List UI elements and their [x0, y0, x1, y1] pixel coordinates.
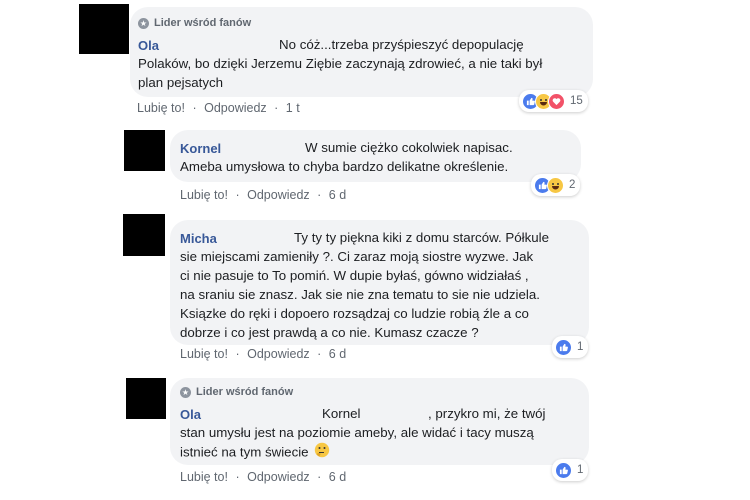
reply-link[interactable]: Odpowiedz — [204, 101, 267, 115]
comment-text-line: istnieć na tym świecie — [180, 442, 330, 464]
separator: · — [235, 470, 240, 484]
comment-text-line: No cóż...trzeba przyśpieszyć depopulację — [279, 37, 524, 52]
separator: · — [274, 101, 279, 115]
comment-text-line: Ty ty ty piękna kiki z domu starców. Pół… — [294, 230, 549, 245]
comment-author[interactable]: Kornel — [180, 141, 221, 156]
reactions-summary[interactable]: 1 — [552, 336, 589, 358]
like-link[interactable]: Lubię to! — [180, 188, 228, 202]
comment-text-line: dobrze i co jest prawdą a co nie. Kumasz… — [180, 325, 479, 340]
like-reaction-icon — [555, 461, 572, 479]
star-icon: ★ — [138, 17, 149, 29]
like-link[interactable]: Lubię to! — [137, 101, 185, 115]
mentioned-user[interactable]: Kornel — [322, 404, 360, 424]
separator: · — [235, 347, 240, 361]
reply-link[interactable]: Odpowiedz — [247, 188, 310, 202]
comment-author[interactable]: Micha — [180, 231, 217, 246]
comment-text-line: , przykro mi, że twój — [428, 406, 546, 421]
separator: · — [317, 470, 322, 484]
reaction-count: 2 — [569, 179, 576, 191]
comment-text-line: na sraniu sie znasz. Jak sie nie zna tem… — [180, 287, 540, 302]
comment-text-line: stan umysłu jest na poziomie ameby, ale … — [180, 425, 534, 440]
comment-actions: Lubię to! · Odpowiedz · 6 d — [180, 470, 346, 484]
love-reaction-icon — [548, 92, 565, 110]
reply-link[interactable]: Odpowiedz — [247, 347, 310, 361]
comment-text-line: Ksiązke do ręki i dopoero rozsądzaj co l… — [180, 306, 529, 321]
star-icon: ★ — [180, 386, 191, 398]
reactions-summary[interactable]: 15 — [519, 90, 588, 112]
timestamp[interactable]: 6 d — [329, 470, 346, 484]
comment-text: istnieć na tym świecie — [180, 444, 309, 460]
comment-author[interactable]: Ola — [138, 38, 159, 53]
reaction-count: 1 — [577, 464, 584, 476]
like-link[interactable]: Lubię to! — [180, 347, 228, 361]
timestamp[interactable]: 6 d — [329, 347, 346, 361]
comment-text-line: ci nie pasuje to To pomiń. W dupie byłaś… — [180, 268, 529, 283]
timestamp[interactable]: 1 t — [286, 101, 300, 115]
reactions-summary[interactable]: 2 — [531, 174, 581, 196]
comment-text-line: Ameba umysłowa to chyba bardzo delikatne… — [180, 159, 509, 174]
separator: · — [317, 347, 322, 361]
like-link[interactable]: Lubię to! — [180, 470, 228, 484]
comment-actions: Lubię to! · Odpowiedz · 1 t — [137, 101, 300, 115]
avatar[interactable] — [126, 378, 166, 419]
haha-reaction-icon — [547, 176, 564, 194]
comment-author[interactable]: Ola — [180, 407, 201, 422]
comment-text-line: W sumie ciężko cokolwiek napisac. — [305, 140, 513, 155]
separator: · — [192, 101, 197, 115]
top-fan-badge: ★ Lider wśród fanów — [138, 17, 251, 29]
reply-link[interactable]: Odpowiedz — [247, 470, 310, 484]
reaction-count: 1 — [577, 341, 584, 353]
separator: · — [235, 188, 240, 202]
thinking-emoji-icon — [314, 442, 330, 464]
badge-label: Lider wśród fanów — [196, 386, 294, 398]
timestamp[interactable]: 6 d — [329, 188, 346, 202]
avatar[interactable] — [124, 130, 165, 171]
comment-text-line: Polaków, bo dzięki Jerzemu Ziębie zaczyn… — [138, 56, 543, 71]
avatar[interactable] — [123, 214, 165, 256]
reaction-count: 15 — [570, 95, 583, 107]
badge-label: Lider wśród fanów — [154, 17, 252, 29]
comment-actions: Lubię to! · Odpowiedz · 6 d — [180, 347, 346, 361]
top-fan-badge: ★ Lider wśród fanów — [180, 386, 293, 398]
comment-text-line: plan pejsatych — [138, 75, 224, 90]
separator: · — [317, 188, 322, 202]
comment-actions: Lubię to! · Odpowiedz · 6 d — [180, 188, 346, 202]
comment-text-line: sie miejscami zamieniły ?. Ci zaraz moją… — [180, 249, 534, 264]
like-reaction-icon — [555, 338, 572, 356]
reactions-summary[interactable]: 1 — [552, 459, 589, 481]
avatar[interactable] — [79, 4, 129, 54]
